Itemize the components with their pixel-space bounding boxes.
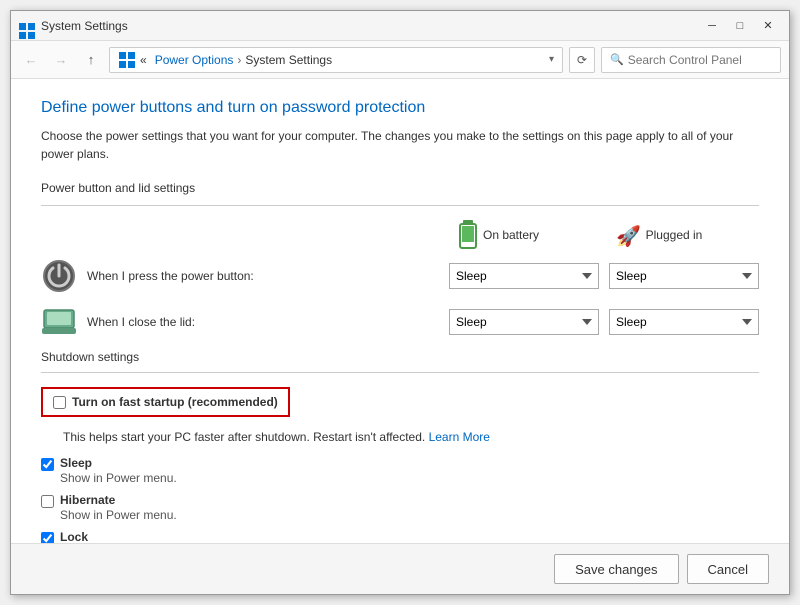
sleep-sublabel: Show in Power menu.: [60, 471, 177, 485]
sleep-content: Sleep Show in Power menu.: [60, 456, 177, 485]
lock-label: Lock: [60, 530, 224, 543]
save-changes-button[interactable]: Save changes: [554, 554, 678, 584]
window-title: System Settings: [41, 19, 699, 33]
learn-more-link[interactable]: Learn More: [429, 430, 490, 444]
lid-selects: Sleep Do nothing Hibernate Shut down Tur…: [449, 309, 759, 335]
lid-plugged-select[interactable]: Sleep Do nothing Hibernate Shut down Tur…: [609, 309, 759, 335]
breadcrumb-dropdown-arrow[interactable]: ▾: [549, 54, 554, 65]
footer: Save changes Cancel: [11, 543, 789, 594]
minimize-button[interactable]: ─: [699, 16, 725, 36]
fast-startup-desc: This helps start your PC faster after sh…: [63, 429, 759, 446]
hibernate-label: Hibernate: [60, 493, 177, 507]
lock-row: Lock Show in account picture menu.: [41, 530, 759, 543]
search-input[interactable]: [628, 53, 772, 67]
hibernate-content: Hibernate Show in Power menu.: [60, 493, 177, 522]
battery-column-header: On battery: [419, 220, 579, 250]
breadcrumb-icon: [118, 51, 136, 69]
refresh-button[interactable]: ⟳: [569, 47, 595, 73]
fast-startup-label: Turn on fast startup (recommended): [72, 395, 278, 409]
main-window: System Settings ─ □ ✕ ← → ↑ « Power Opti…: [10, 10, 790, 595]
divider2: [41, 372, 759, 373]
sleep-label: Sleep: [60, 456, 177, 470]
power-button-battery-select[interactable]: Sleep Do nothing Hibernate Shut down Tur…: [449, 263, 599, 289]
hibernate-row: Hibernate Show in Power menu.: [41, 493, 759, 522]
divider1: [41, 205, 759, 206]
content-area: Define power buttons and turn on passwor…: [11, 79, 789, 543]
hibernate-checkbox[interactable]: [41, 495, 54, 508]
shutdown-section: Shutdown settings Turn on fast startup (…: [41, 350, 759, 543]
breadcrumb-separator1: «: [140, 53, 147, 67]
fast-startup-box: Turn on fast startup (recommended): [41, 387, 290, 417]
power-button-row: When I press the power button: Sleep Do …: [41, 258, 759, 294]
cancel-button[interactable]: Cancel: [687, 554, 769, 584]
search-bar: 🔍: [601, 47, 781, 73]
plugged-column-header: 🚀 Plugged in: [579, 220, 739, 250]
maximize-button[interactable]: □: [727, 16, 753, 36]
fast-startup-checkbox[interactable]: [53, 396, 66, 409]
fast-startup-container: Turn on fast startup (recommended): [41, 387, 759, 423]
svg-text:🚀: 🚀: [616, 224, 640, 247]
lid-row: When I close the lid: Sleep Do nothing H…: [41, 304, 759, 340]
column-headers: On battery 🚀 Plugged in: [41, 220, 759, 250]
power-section: Power button and lid settings On battery: [41, 181, 759, 340]
power-button-label: When I press the power button:: [87, 269, 449, 283]
page-description: Choose the power settings that you want …: [41, 127, 759, 163]
shutdown-section-label: Shutdown settings: [41, 350, 759, 364]
lid-battery-select[interactable]: Sleep Do nothing Hibernate Shut down Tur…: [449, 309, 599, 335]
window-icon: [19, 18, 35, 34]
fast-startup-desc-text: This helps start your PC faster after sh…: [63, 430, 425, 444]
power-button-icon: [41, 258, 77, 294]
close-button[interactable]: ✕: [755, 16, 781, 36]
hibernate-sublabel: Show in Power menu.: [60, 508, 177, 522]
plugged-label: Plugged in: [646, 228, 703, 242]
breadcrumb-item1[interactable]: Power Options: [155, 53, 234, 67]
power-button-selects: Sleep Do nothing Hibernate Shut down Tur…: [449, 263, 759, 289]
lock-content: Lock Show in account picture menu.: [60, 530, 224, 543]
window-controls: ─ □ ✕: [699, 16, 781, 36]
battery-label: On battery: [483, 228, 539, 242]
address-bar: ← → ↑ « Power Options › System Settings …: [11, 41, 789, 79]
forward-button[interactable]: →: [49, 48, 73, 72]
plugged-icon: 🚀: [616, 223, 640, 247]
breadcrumb-arrow1: ›: [237, 53, 241, 67]
breadcrumb-item2: System Settings: [245, 53, 332, 67]
lid-icon: [41, 304, 77, 340]
sleep-checkbox[interactable]: [41, 458, 54, 471]
page-title: Define power buttons and turn on passwor…: [41, 99, 759, 117]
lock-checkbox[interactable]: [41, 532, 54, 543]
battery-icon: [459, 220, 477, 250]
sleep-row: Sleep Show in Power menu.: [41, 456, 759, 485]
breadcrumb: « Power Options › System Settings ▾: [109, 47, 563, 73]
search-icon: 🔍: [610, 53, 624, 66]
power-section-label: Power button and lid settings: [41, 181, 759, 195]
power-button-plugged-select[interactable]: Sleep Do nothing Hibernate Shut down Tur…: [609, 263, 759, 289]
lid-label: When I close the lid:: [87, 315, 449, 329]
up-button[interactable]: ↑: [79, 48, 103, 72]
title-bar: System Settings ─ □ ✕: [11, 11, 789, 41]
back-button[interactable]: ←: [19, 48, 43, 72]
